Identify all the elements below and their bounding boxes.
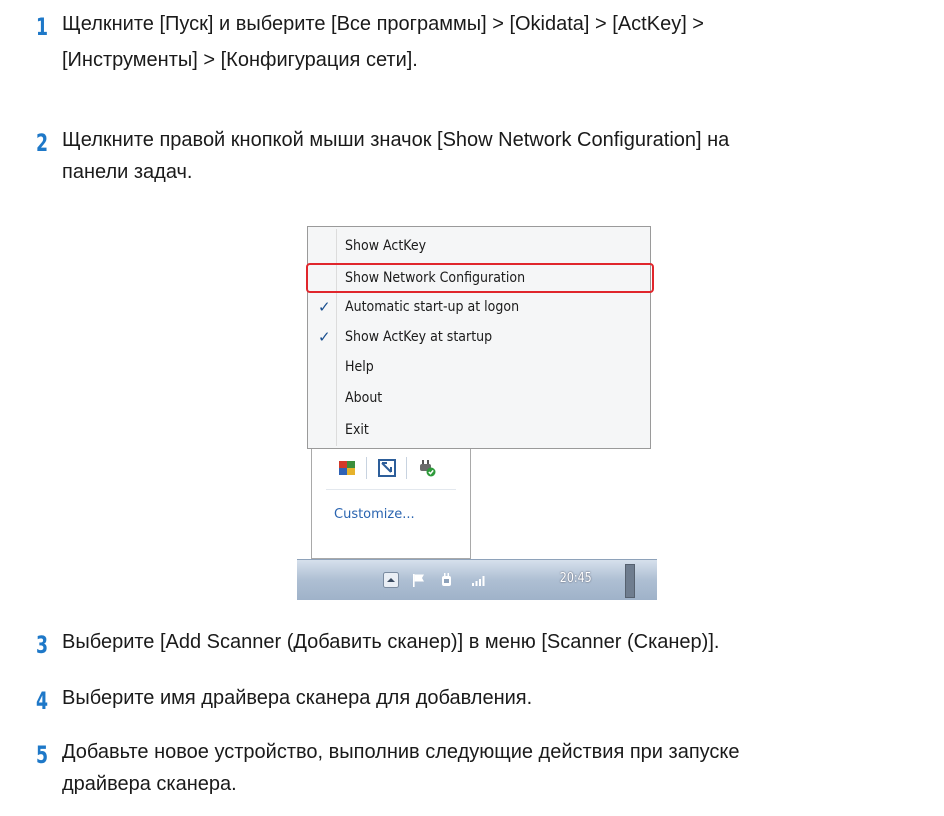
taskbar: 20:45 [297, 559, 657, 600]
step-text-line: Добавьте новое устройство, выполнив след… [62, 741, 740, 763]
step-text-line: Выберите имя драйвера сканера для добавл… [62, 687, 533, 709]
customize-link[interactable]: Customize... [334, 507, 415, 522]
context-menu-screenshot: Show ActKey Show Network Configuration ✓… [297, 226, 657, 600]
step-number: 5 [36, 741, 49, 769]
check-icon: ✓ [318, 298, 331, 316]
step-number: 3 [36, 631, 49, 659]
step-text-line: Щелкните правой кнопкой мыши значок [Sho… [62, 129, 730, 151]
step-number: 2 [36, 129, 49, 157]
signal-icon[interactable] [471, 572, 487, 588]
menu-item-label: Exit [345, 422, 369, 438]
tray-overflow-popup: Customize... [311, 449, 471, 559]
tray-separator [406, 457, 407, 479]
menu-item-show-actkey-at-startup[interactable]: ✓ Show ActKey at startup [308, 324, 650, 350]
highlight-box [306, 263, 654, 293]
step-number: 4 [36, 687, 49, 715]
tray-icons-row [322, 453, 462, 481]
menu-item-label: Help [345, 359, 374, 375]
menu-item-label: About [345, 390, 383, 406]
network-config-icon[interactable] [378, 459, 396, 477]
step-text-line: Выберите [Add Scanner (Добавить сканер)]… [62, 631, 720, 653]
step-text-line: драйвера сканера. [62, 773, 237, 795]
show-hidden-icons-arrow[interactable] [383, 572, 399, 588]
plug-check-icon[interactable] [418, 459, 436, 477]
menu-item-label: Show ActKey [345, 238, 427, 254]
tray-separator [366, 457, 367, 479]
menu-item-help[interactable]: Help [308, 354, 650, 380]
menu-item-label: Show ActKey at startup [345, 329, 493, 345]
step-number: 1 [36, 13, 49, 41]
show-desktop-button[interactable] [625, 564, 635, 598]
step-text-line: панели задач. [62, 161, 193, 183]
flag-icon[interactable] [411, 572, 427, 588]
tray-divider [326, 489, 456, 490]
step-text-line: Щелкните [Пуск] и выберите [Все программ… [62, 13, 704, 35]
menu-item-label: Automatic start-up at logon [345, 299, 520, 315]
menu-item-about[interactable]: About [308, 385, 650, 411]
actkey-app-icon[interactable] [338, 459, 356, 477]
power-icon[interactable] [439, 572, 455, 588]
menu-item-exit[interactable]: Exit [308, 417, 650, 443]
taskbar-clock[interactable]: 20:45 [560, 571, 592, 586]
step-text-line: [Инструменты] > [Конфигурация сети]. [62, 49, 418, 71]
context-menu: Show ActKey Show Network Configuration ✓… [306, 226, 654, 449]
check-icon: ✓ [318, 328, 331, 346]
menu-item-show-actkey[interactable]: Show ActKey [308, 233, 650, 259]
menu-item-automatic-startup[interactable]: ✓ Automatic start-up at logon [308, 294, 650, 320]
